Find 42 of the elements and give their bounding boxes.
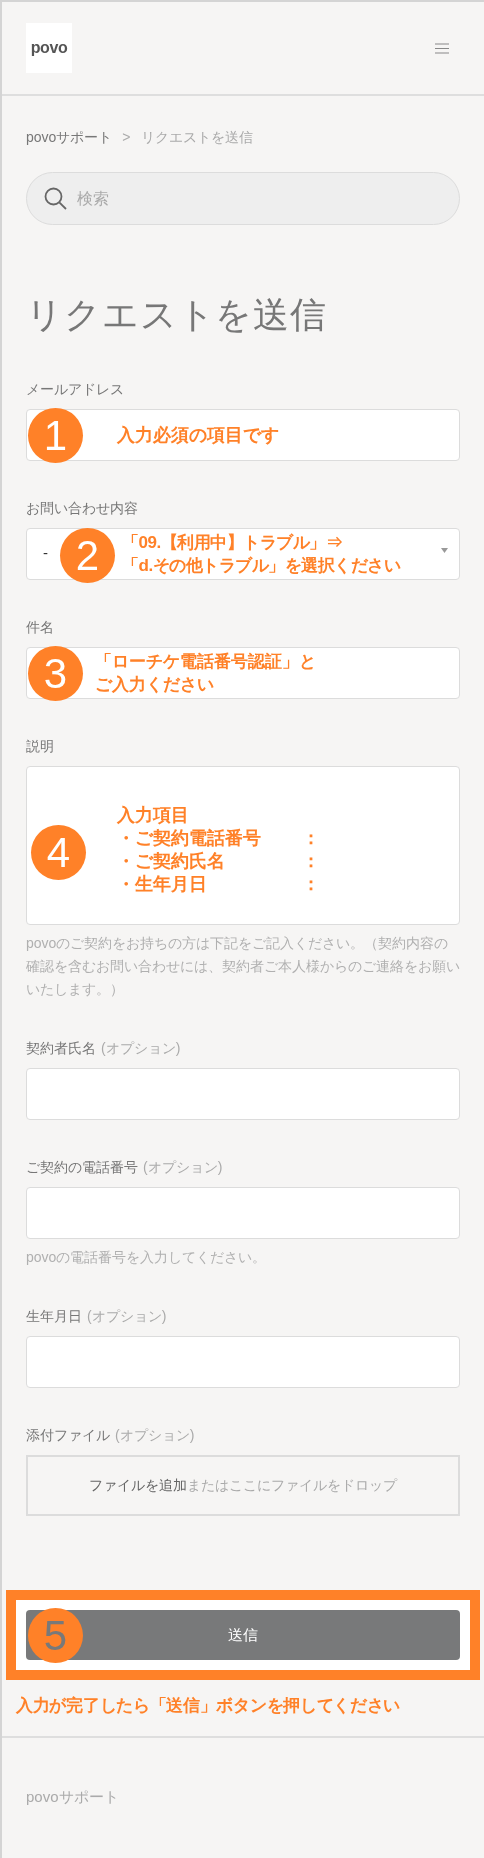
input-field[interactable] bbox=[26, 1336, 460, 1388]
field-label: お問い合わせ内容 bbox=[26, 499, 139, 518]
page-title: リクエストを送信 bbox=[26, 295, 329, 335]
field-label: 件名 bbox=[26, 618, 55, 637]
annotation-text: ： bbox=[302, 873, 320, 896]
field-label: 添付ファイル (オプション) bbox=[26, 1426, 196, 1445]
input-field[interactable] bbox=[26, 647, 460, 699]
annotation-text: ： bbox=[302, 850, 320, 873]
add-file-link[interactable]: ファイルを追加 bbox=[89, 1477, 187, 1493]
drop-hint: ファイルを追加 またはここにファイルをドロップ bbox=[89, 1476, 397, 1495]
annotation-text: 「ローチケ電話番号認証」と ご入力ください bbox=[95, 651, 316, 696]
search-icon bbox=[44, 187, 67, 210]
field-label: 生年月日 (オプション) bbox=[26, 1307, 168, 1326]
annotation-text: 「09.【利用中】トラブル」⇒ bbox=[122, 532, 343, 554]
field-label: 説明 bbox=[26, 737, 55, 756]
logo[interactable]: povo bbox=[26, 23, 72, 73]
breadcrumb-item[interactable]: povoサポート bbox=[26, 127, 113, 147]
annotation-text: ・ご契約氏名 bbox=[117, 850, 226, 873]
annotation-text: ： bbox=[302, 827, 320, 850]
annotation-text: ・ご契約電話番号 bbox=[117, 827, 262, 850]
field-label: ご契約の電話番号 (オプション) bbox=[26, 1158, 224, 1177]
annotation-text: 入力必須の項目です bbox=[117, 424, 279, 447]
field-label: 契約者氏名 (オプション) bbox=[26, 1039, 182, 1058]
breadcrumb-separator: > bbox=[122, 128, 131, 147]
select-field[interactable] bbox=[26, 528, 460, 580]
input-field[interactable] bbox=[26, 409, 460, 461]
menu-icon[interactable] bbox=[435, 42, 449, 54]
help-text: povoの電話番号を入力してください。 bbox=[26, 1248, 268, 1267]
search-field[interactable]: 検索 bbox=[26, 172, 460, 225]
annotation-text: 「d.その他トラブル」を選択ください bbox=[122, 555, 401, 577]
input-field[interactable] bbox=[26, 1068, 460, 1120]
annotation-text: 入力が完了したら「送信」ボタンを押してください bbox=[16, 1696, 402, 1716]
caret-icon bbox=[441, 548, 448, 553]
file-drop-zone[interactable]: ファイルを追加 またはここにファイルをドロップ bbox=[26, 1455, 460, 1516]
select-value: - bbox=[43, 543, 48, 563]
text-area[interactable] bbox=[26, 766, 460, 925]
annotation-text: ・生年月日 bbox=[117, 873, 208, 896]
help-text: povoのご契約をお持ちの方は下記をご記入ください。（契約内容の確認を含むお問い合わせには、契約者ご本人様からのご連絡をお願いいたします。） bbox=[26, 934, 460, 999]
annotation-text: 入力項目 bbox=[117, 804, 190, 827]
breadcrumb-item: リクエストを送信 bbox=[140, 128, 253, 147]
field-label: メールアドレス bbox=[26, 380, 125, 399]
input-field[interactable] bbox=[26, 1187, 460, 1239]
